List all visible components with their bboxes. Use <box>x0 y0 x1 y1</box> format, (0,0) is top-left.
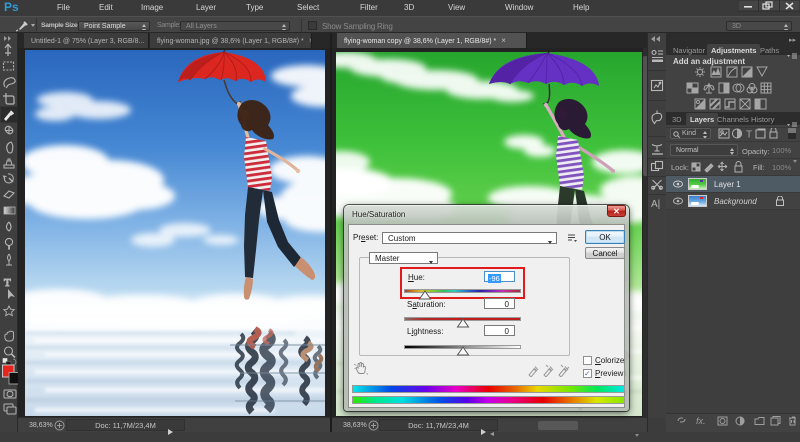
svg-text:fx.: fx. <box>696 416 706 426</box>
svg-text:T: T <box>4 277 11 289</box>
svg-text:T: T <box>746 130 752 140</box>
svg-text:A|: A| <box>651 199 660 210</box>
